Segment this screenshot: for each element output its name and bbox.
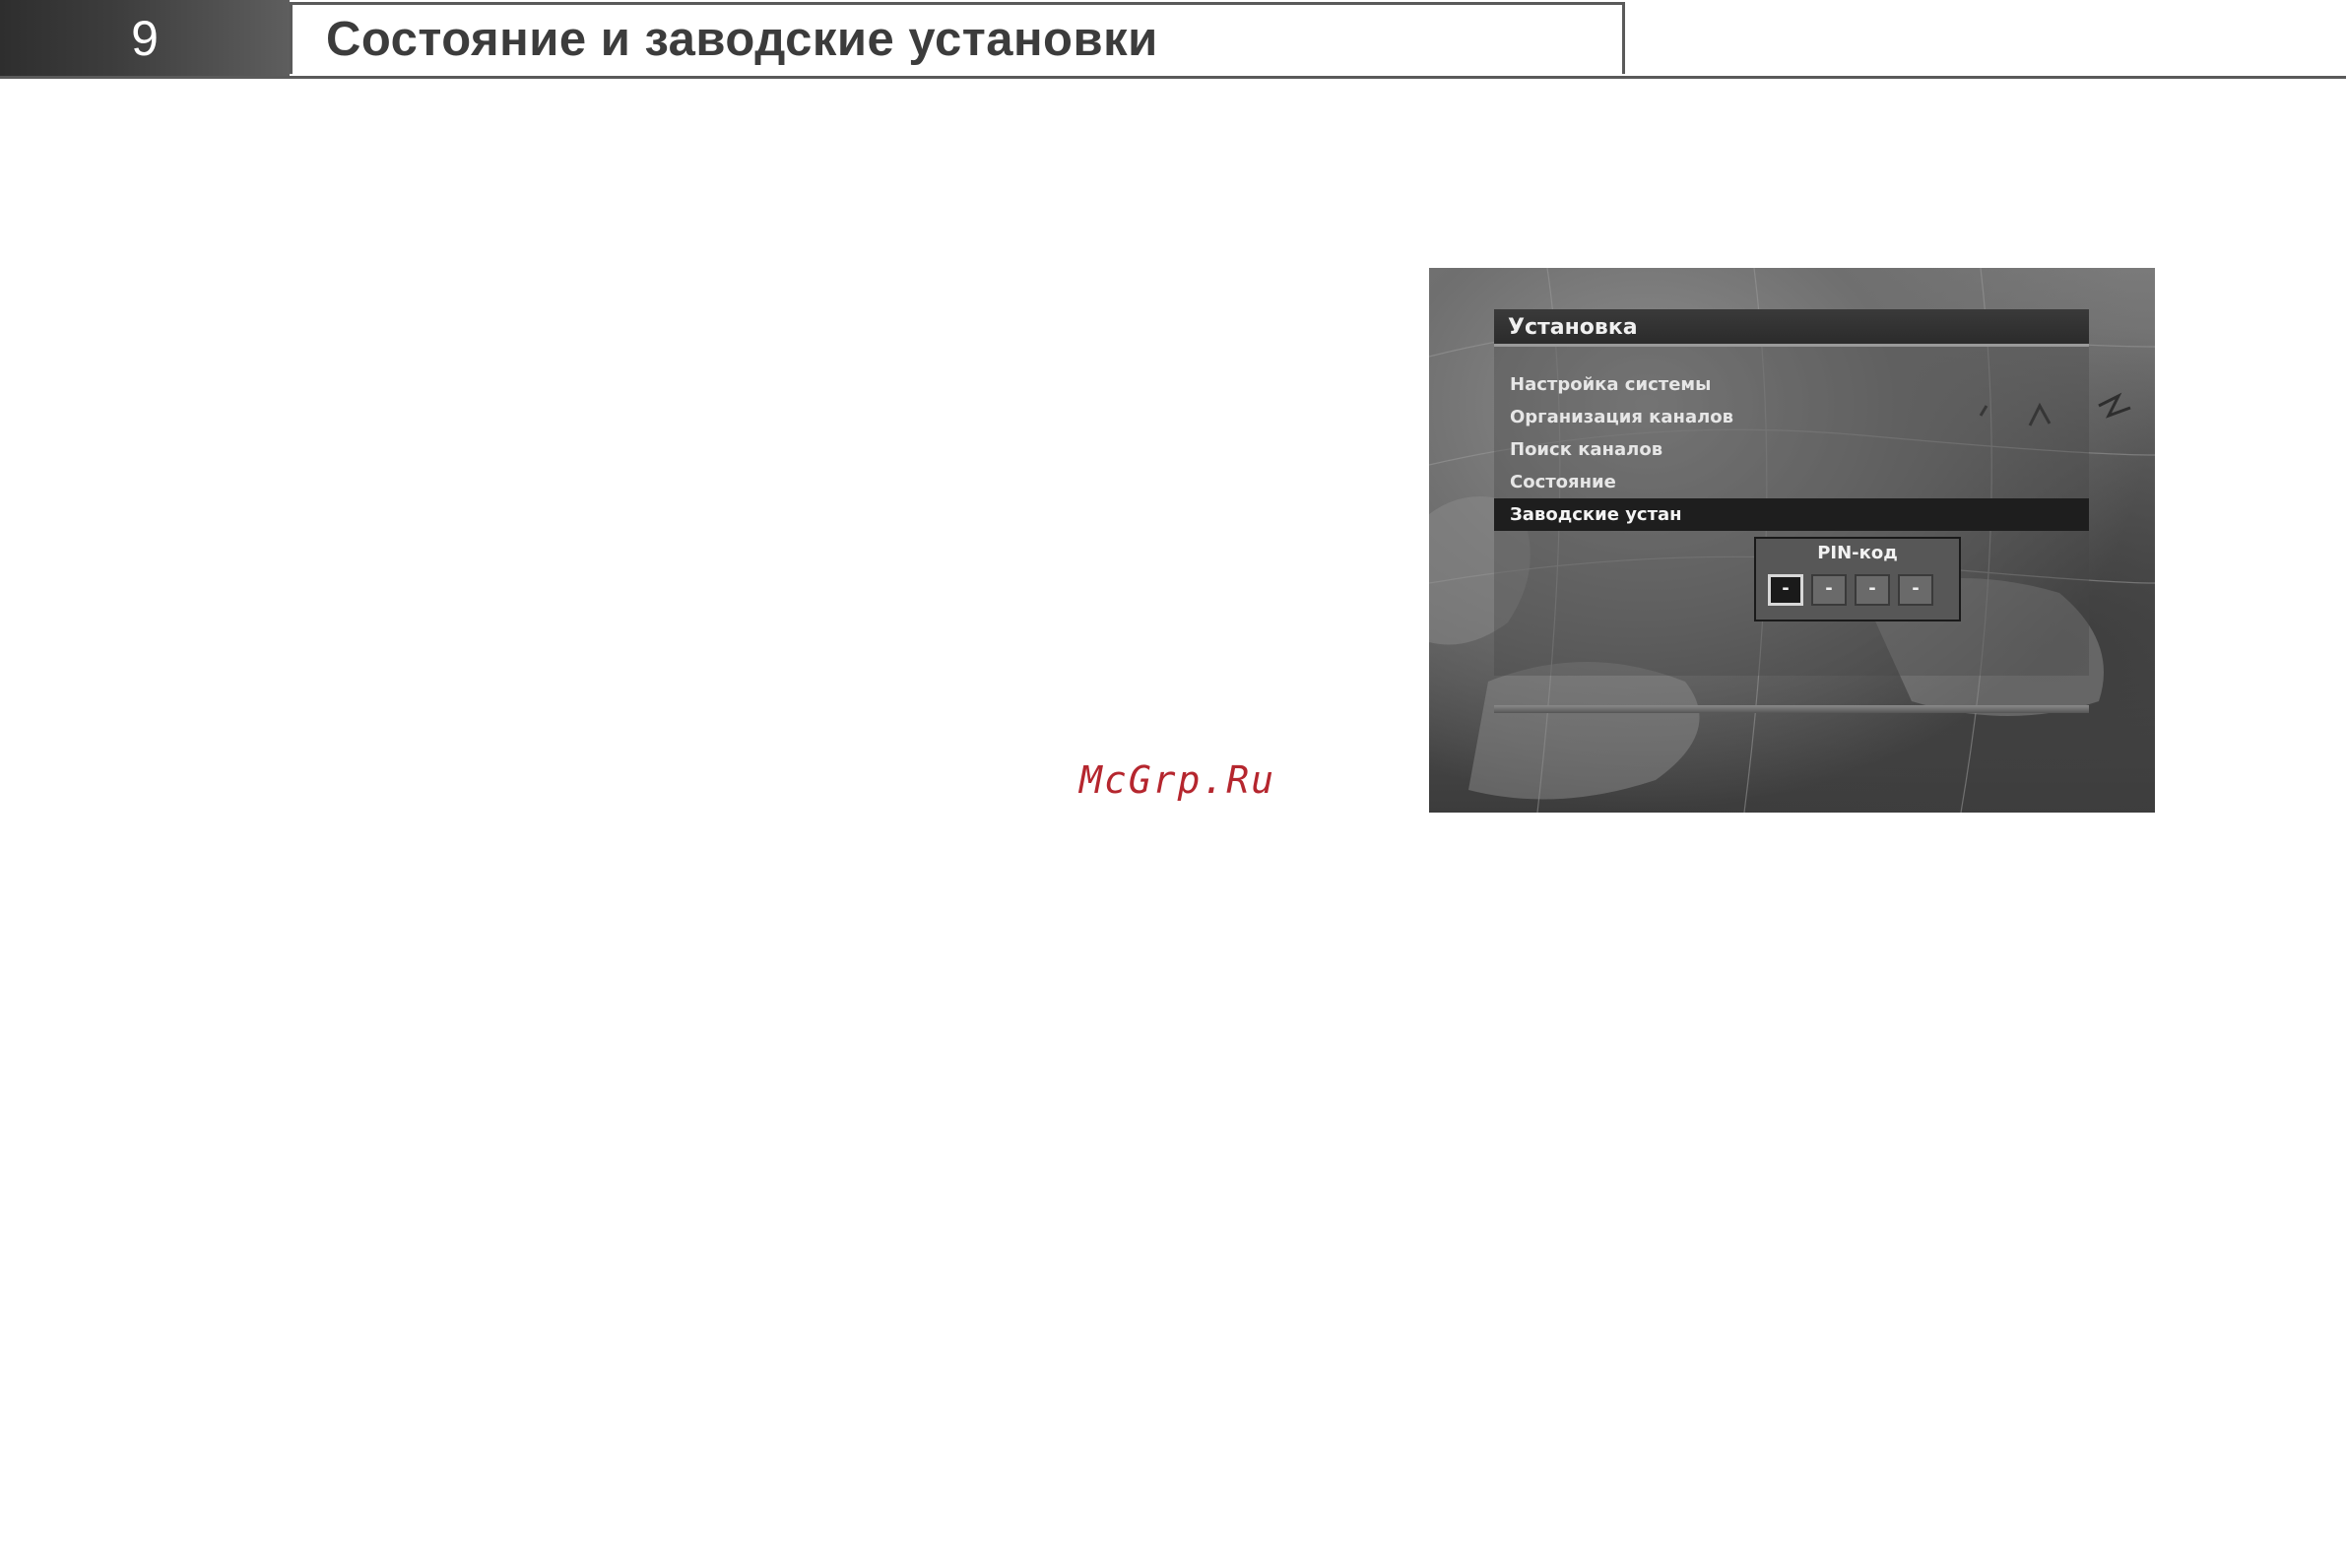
menu-item-status[interactable]: Состояние xyxy=(1494,466,2089,498)
menu-item-factory-settings[interactable]: Заводские устан xyxy=(1494,498,2089,531)
watermark: McGrp.Ru xyxy=(1079,758,1276,802)
pin-digit-1[interactable]: - xyxy=(1768,574,1803,606)
menu-list: Настройка системы Организация каналов По… xyxy=(1494,368,2089,531)
pin-digit-2[interactable]: - xyxy=(1811,574,1847,606)
menu-bottom-bar xyxy=(1494,705,2089,713)
tv-screenshot: Установка Настройка системы Организация … xyxy=(1429,268,2155,813)
chapter-title-box: Состояние и заводские установки xyxy=(290,2,1625,74)
menu-item-system-settings[interactable]: Настройка системы xyxy=(1494,368,2089,401)
header-divider xyxy=(0,76,2346,79)
setup-menu: Установка Настройка системы Организация … xyxy=(1494,309,2089,713)
menu-item-channel-search[interactable]: Поиск каналов xyxy=(1494,433,2089,466)
chapter-number: 9 xyxy=(0,0,290,77)
chapter-title: Состояние и заводские установки xyxy=(326,13,1158,66)
pin-dialog: PIN-код - - - - xyxy=(1754,537,1961,621)
pin-digit-4[interactable]: - xyxy=(1898,574,1933,606)
pin-dialog-title: PIN-код xyxy=(1817,543,1898,563)
page-header: 9 Состояние и заводские установки xyxy=(0,0,2346,79)
pin-digit-3[interactable]: - xyxy=(1855,574,1890,606)
menu-title: Установка xyxy=(1508,315,1638,340)
menu-header: Установка xyxy=(1494,309,2089,347)
pin-digit-row: - - - - xyxy=(1768,574,1933,606)
menu-item-channel-organization[interactable]: Организация каналов xyxy=(1494,401,2089,433)
